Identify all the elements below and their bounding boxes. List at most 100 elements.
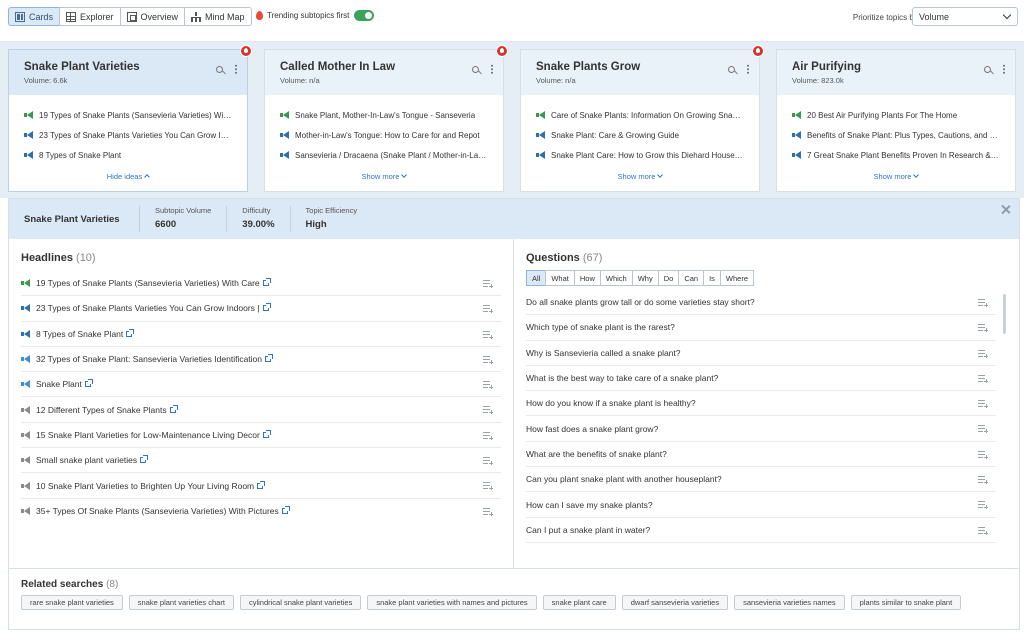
add-to-list-icon[interactable] — [978, 501, 988, 510]
add-to-list-icon[interactable] — [483, 431, 493, 440]
show-more-link[interactable]: Show more — [521, 172, 759, 181]
add-to-list-icon[interactable] — [978, 324, 988, 333]
add-to-list-icon[interactable] — [483, 457, 493, 466]
add-to-list-icon[interactable] — [978, 400, 988, 409]
headline-row[interactable]: 35+ Types Of Snake Plants (Sansevieria V… — [21, 499, 501, 524]
add-to-list-icon[interactable] — [483, 330, 493, 339]
filter-all[interactable]: All — [526, 270, 547, 286]
search-icon[interactable] — [472, 65, 479, 73]
add-to-list-icon[interactable] — [978, 526, 988, 535]
card-idea[interactable]: Snake Plant, Mother-In-Law's Tongue - Sa… — [280, 105, 488, 125]
card-idea[interactable]: Benefits of Snake Plant: Plus Types, Cau… — [792, 125, 1000, 145]
trending-toggle[interactable] — [354, 10, 375, 21]
add-to-list-icon[interactable] — [978, 349, 988, 358]
questions-scrollbar[interactable] — [1003, 294, 1006, 334]
question-row[interactable]: What is the best way to take care of a s… — [526, 366, 996, 392]
headline-row[interactable]: 19 Types of Snake Plants (Sansevieria Va… — [21, 271, 501, 297]
add-to-list-icon[interactable] — [483, 355, 493, 364]
filter-can[interactable]: Can — [678, 270, 705, 286]
show-more-link[interactable]: Show more — [777, 172, 1015, 181]
question-row[interactable]: How do you know if a snake plant is heal… — [526, 391, 996, 417]
headline-text[interactable]: 10 Snake Plant Varieties to Brighten Up … — [36, 481, 254, 491]
card-idea[interactable]: 23 Types of Snake Plants Varieties You C… — [24, 125, 232, 145]
filter-is[interactable]: Is — [703, 270, 721, 286]
headline-text[interactable]: 35+ Types Of Snake Plants (Sansevieria V… — [36, 506, 279, 516]
related-search-chip[interactable]: cylindrical snake plant varieties — [239, 595, 362, 610]
add-to-list-icon[interactable] — [483, 507, 493, 516]
more-options-icon[interactable] — [235, 64, 237, 74]
headline-row[interactable]: 8 Types of Snake Plant — [21, 322, 501, 347]
add-to-list-icon[interactable] — [483, 482, 493, 491]
card-idea[interactable]: 8 Types of Snake Plant — [24, 145, 232, 165]
filter-how[interactable]: How — [573, 270, 601, 286]
external-link-icon[interactable] — [262, 303, 271, 312]
question-row[interactable]: How can I save my snake plants? — [526, 492, 996, 518]
headline-row[interactable]: Snake Plant — [21, 372, 501, 398]
add-to-list-icon[interactable] — [483, 305, 493, 314]
related-search-chip[interactable]: rare snake plant varieties — [21, 595, 123, 610]
more-options-icon[interactable] — [747, 64, 749, 74]
external-link-icon[interactable] — [126, 328, 135, 337]
filter-which[interactable]: Which — [599, 270, 633, 286]
related-search-chip[interactable]: snake plant varieties with names and pic… — [367, 595, 537, 610]
filter-why[interactable]: Why — [631, 270, 659, 286]
headline-row[interactable]: 12 Different Types of Snake Plants — [21, 397, 501, 423]
tab-mind-map[interactable]: Mind Map — [184, 7, 252, 26]
headline-row[interactable]: 10 Snake Plant Varieties to Brighten Up … — [21, 473, 501, 499]
question-row[interactable]: Can you plant snake plant with another h… — [526, 467, 996, 493]
question-row[interactable]: Which type of snake plant is the rarest? — [526, 315, 996, 341]
card-idea[interactable]: Snake Plant: Care & Growing Guide — [536, 125, 744, 145]
filter-do[interactable]: Do — [657, 270, 680, 286]
add-to-list-icon[interactable] — [483, 381, 493, 390]
filter-where[interactable]: Where — [719, 270, 755, 286]
search-icon[interactable] — [984, 65, 991, 73]
question-row[interactable]: How fast does a snake plant grow? — [526, 416, 996, 442]
headline-row[interactable]: 32 Types of Snake Plant: Sansevieria Var… — [21, 347, 501, 373]
headline-text[interactable]: Small snake plant varieties — [36, 455, 137, 465]
related-search-chip[interactable]: snake plant varieties chart — [128, 595, 234, 610]
external-link-icon[interactable] — [84, 379, 93, 388]
related-search-chip[interactable]: snake plant care — [542, 595, 616, 610]
tab-cards[interactable]: Cards — [8, 7, 61, 26]
external-link-icon[interactable] — [262, 278, 271, 287]
question-row[interactable]: Can I put a snake plant in water? — [526, 518, 996, 543]
add-to-list-icon[interactable] — [978, 425, 988, 434]
add-to-list-icon[interactable] — [978, 299, 988, 307]
related-search-chip[interactable]: plants similar to snake plant — [850, 595, 962, 610]
more-options-icon[interactable] — [1003, 64, 1005, 74]
topic-card[interactable]: Air Purifying Volume: 823.0k 20 Best Air… — [776, 49, 1016, 192]
external-link-icon[interactable] — [265, 354, 274, 363]
add-to-list-icon[interactable] — [483, 280, 493, 288]
headline-text[interactable]: 8 Types of Snake Plant — [36, 329, 123, 339]
topic-card[interactable]: Called Mother In Law Volume: n/a Snake P… — [264, 45, 508, 192]
headline-text[interactable]: 19 Types of Snake Plants (Sansevieria Va… — [36, 278, 260, 288]
external-link-icon[interactable] — [281, 506, 290, 515]
external-link-icon[interactable] — [262, 429, 271, 438]
headline-text[interactable]: 12 Different Types of Snake Plants — [36, 405, 167, 415]
show-more-link[interactable]: Show more — [265, 172, 503, 181]
external-link-icon[interactable] — [169, 404, 178, 413]
question-row[interactable]: Do all snake plants grow tall or do some… — [526, 290, 996, 316]
headline-text[interactable]: 15 Snake Plant Varieties for Low-Mainten… — [36, 430, 260, 440]
question-row[interactable]: What are the benefits of snake plant? — [526, 442, 996, 468]
close-icon[interactable] — [1001, 205, 1011, 215]
filter-what[interactable]: What — [545, 270, 575, 286]
card-idea[interactable]: 19 Types of Snake Plants (Sansevieria Va… — [24, 105, 232, 125]
question-row[interactable]: Why is Sansevieria called a snake plant? — [526, 341, 996, 366]
card-idea[interactable]: Sansevieria / Dracaena (Snake Plant / Mo… — [280, 145, 488, 165]
headline-row[interactable]: 15 Snake Plant Varieties for Low-Mainten… — [21, 423, 501, 449]
topic-card[interactable]: Snake Plant Varieties Volume: 6.6k 19 Ty… — [8, 45, 252, 192]
external-link-icon[interactable] — [257, 480, 266, 489]
search-icon[interactable] — [728, 65, 735, 73]
more-options-icon[interactable] — [491, 64, 493, 74]
headline-row[interactable]: 23 Types of Snake Plants Varieties You C… — [21, 296, 501, 322]
tab-explorer[interactable]: Explorer — [59, 7, 121, 26]
add-to-list-icon[interactable] — [483, 406, 493, 415]
headline-text[interactable]: 32 Types of Snake Plant: Sansevieria Var… — [36, 354, 262, 364]
card-idea[interactable]: Snake Plant Care: How to Grow this Dieha… — [536, 145, 744, 165]
headline-text[interactable]: Snake Plant — [36, 379, 82, 389]
prioritize-select[interactable]: Volume — [912, 7, 1018, 26]
card-idea[interactable]: 20 Best Air Purifying Plants For The Hom… — [792, 105, 1000, 125]
headline-row[interactable]: Small snake plant varieties — [21, 448, 501, 474]
tab-overview[interactable]: Overview — [119, 7, 186, 26]
